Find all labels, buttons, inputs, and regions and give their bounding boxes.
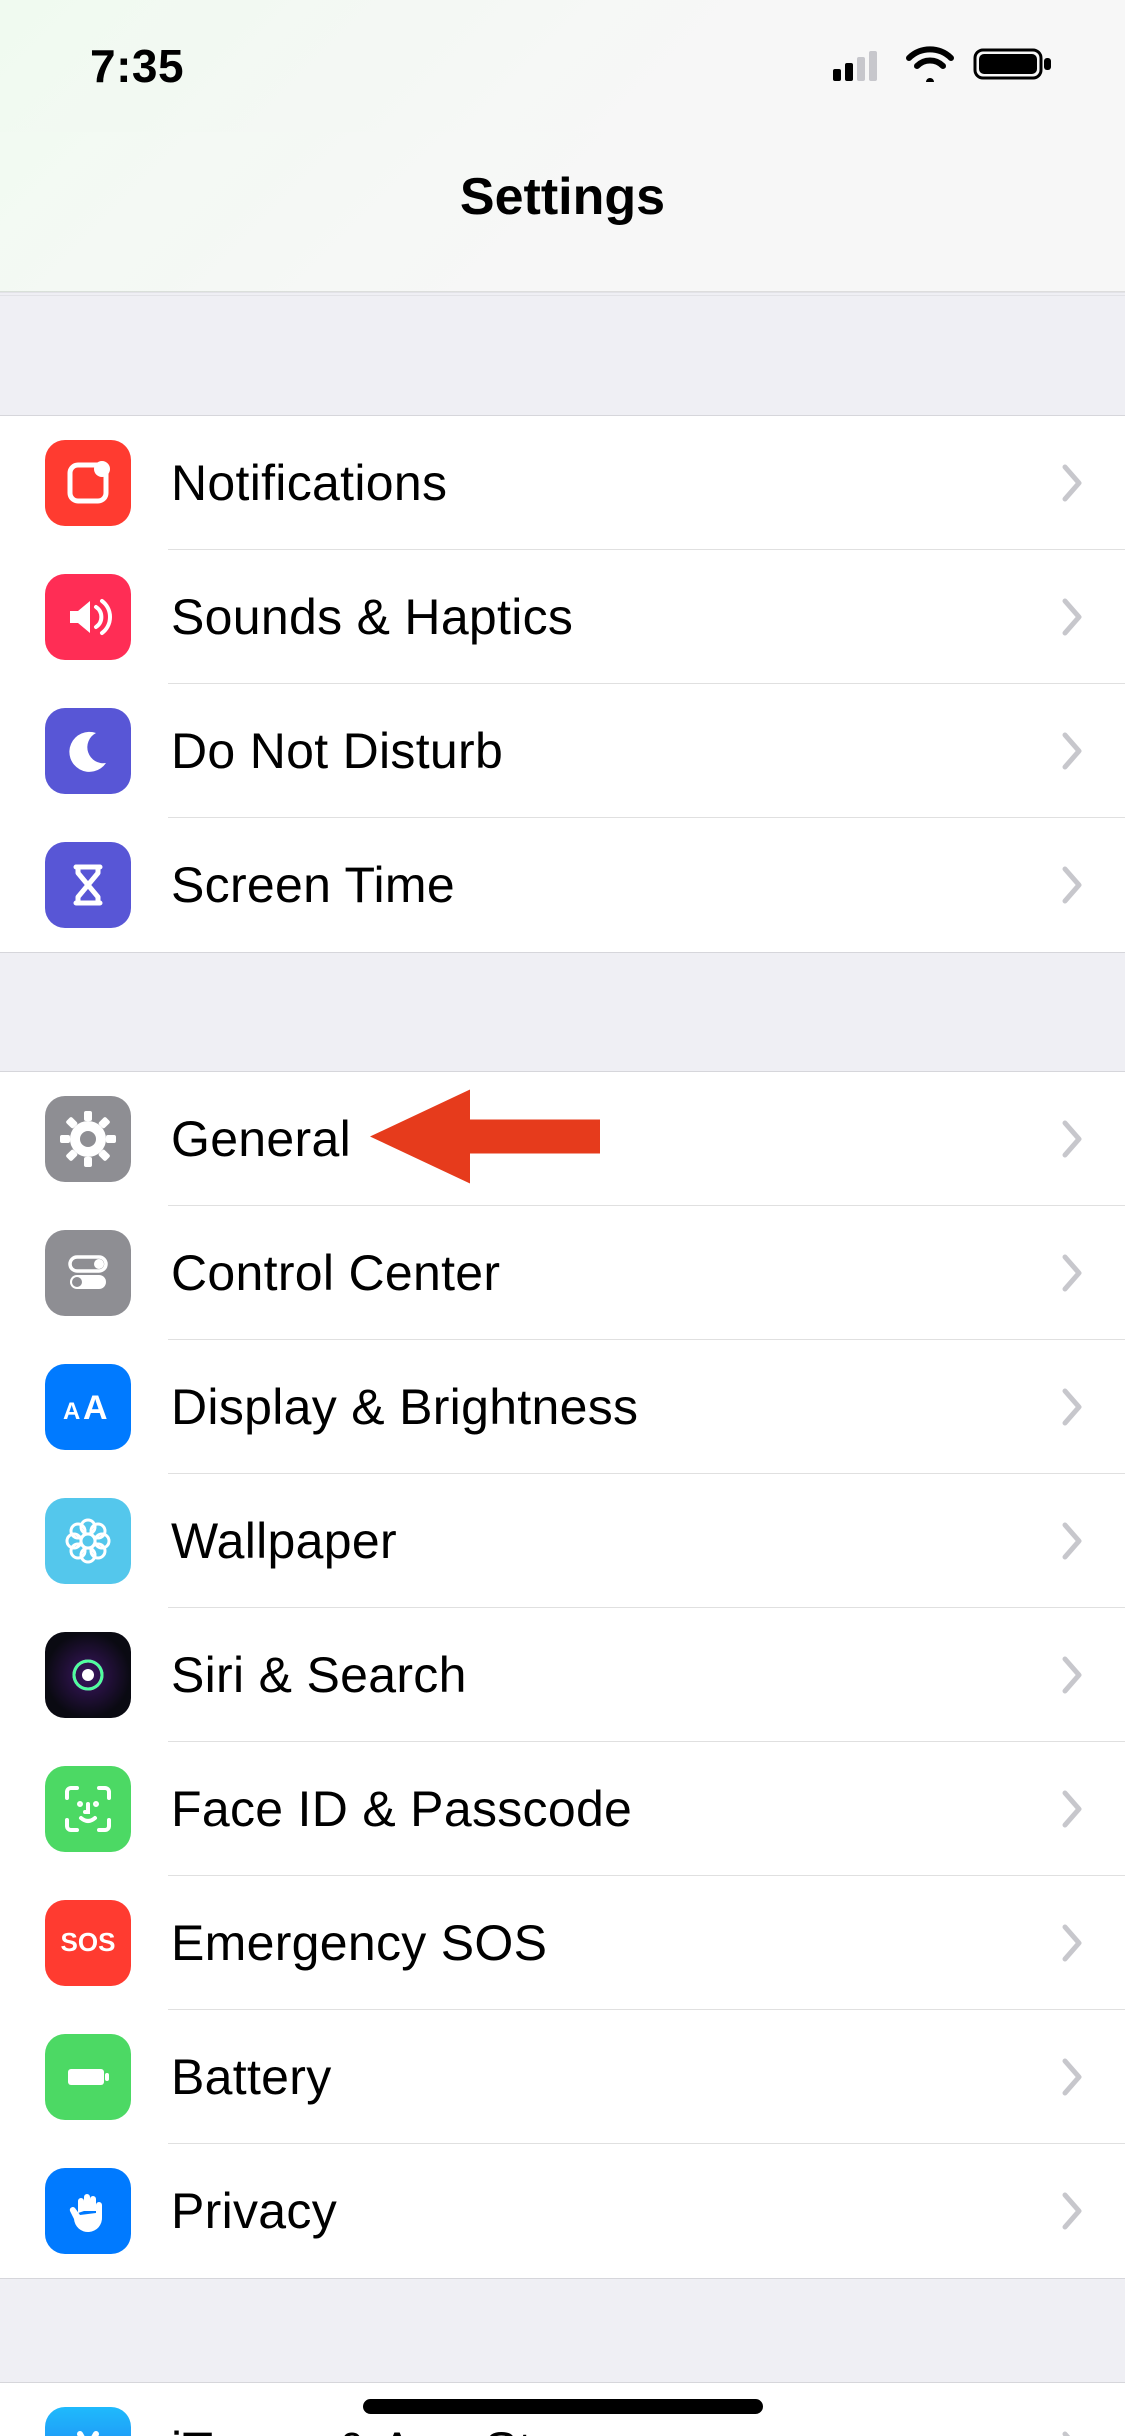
speaker-icon xyxy=(45,574,131,660)
wifi-icon xyxy=(905,46,955,87)
row-siri[interactable]: Siri & Search xyxy=(0,1608,1125,1742)
row-faceid[interactable]: Face ID & Passcode xyxy=(0,1742,1125,1876)
chevron-right-icon xyxy=(1061,463,1085,503)
chevron-right-icon xyxy=(1061,1521,1085,1561)
row-label: iTunes & App Store xyxy=(171,2421,605,2436)
row-controlcenter[interactable]: Control Center xyxy=(0,1206,1125,1340)
notifications-icon xyxy=(45,440,131,526)
row-privacy[interactable]: Privacy xyxy=(0,2144,1125,2278)
row-general[interactable]: General xyxy=(0,1072,1125,1206)
battery-status-icon xyxy=(973,45,1055,88)
chevron-right-icon xyxy=(1061,2430,1085,2436)
row-wallpaper[interactable]: Wallpaper xyxy=(0,1474,1125,1608)
hourglass-icon xyxy=(45,842,131,928)
group-gap xyxy=(0,952,1125,1072)
settings-group-1: Notifications Sounds & Haptics Do Not Di… xyxy=(0,416,1125,952)
flower-icon xyxy=(45,1498,131,1584)
switches-icon xyxy=(45,1230,131,1316)
row-sounds[interactable]: Sounds & Haptics xyxy=(0,550,1125,684)
row-label: Emergency SOS xyxy=(171,1914,547,1972)
page-title: Settings xyxy=(460,167,665,227)
chevron-right-icon xyxy=(1061,865,1085,905)
chevron-right-icon xyxy=(1061,2057,1085,2097)
row-display[interactable]: AA Display & Brightness xyxy=(0,1340,1125,1474)
chevron-right-icon xyxy=(1061,2191,1085,2231)
row-label: Face ID & Passcode xyxy=(171,1780,632,1838)
row-label: Privacy xyxy=(171,2182,337,2240)
row-label: Sounds & Haptics xyxy=(171,588,573,646)
row-dnd[interactable]: Do Not Disturb xyxy=(0,684,1125,818)
group-gap xyxy=(0,296,1125,416)
row-label: Siri & Search xyxy=(171,1646,467,1704)
row-screentime[interactable]: Screen Time xyxy=(0,818,1125,952)
cellular-signal-icon xyxy=(833,47,887,86)
chevron-right-icon xyxy=(1061,1119,1085,1159)
chevron-right-icon xyxy=(1061,1655,1085,1695)
status-bar: 7:35 xyxy=(0,0,1125,132)
row-label: Display & Brightness xyxy=(171,1378,638,1436)
chevron-right-icon xyxy=(1061,731,1085,771)
battery-icon xyxy=(45,2034,131,2120)
row-label: Notifications xyxy=(171,454,447,512)
group-gap xyxy=(0,2278,1125,2383)
face-icon xyxy=(45,1766,131,1852)
hand-icon xyxy=(45,2168,131,2254)
aa-icon: AA xyxy=(45,1364,131,1450)
appstore-icon xyxy=(45,2407,131,2436)
svg-text:A: A xyxy=(63,1398,80,1425)
row-label: Battery xyxy=(171,2048,332,2106)
home-indicator[interactable] xyxy=(363,2399,763,2414)
chevron-right-icon xyxy=(1061,1253,1085,1293)
status-time: 7:35 xyxy=(90,39,184,93)
status-indicators xyxy=(833,45,1055,88)
svg-text:SOS: SOS xyxy=(61,1927,116,1957)
row-label: Screen Time xyxy=(171,856,455,914)
svg-text:A: A xyxy=(83,1389,108,1427)
settings-group-2: General Control Center AA Display & Brig… xyxy=(0,1072,1125,2278)
row-battery[interactable]: Battery xyxy=(0,2010,1125,2144)
chevron-right-icon xyxy=(1061,1789,1085,1829)
row-label: General xyxy=(171,1110,351,1168)
chevron-right-icon xyxy=(1061,1923,1085,1963)
sos-icon: SOS xyxy=(45,1900,131,1986)
chevron-right-icon xyxy=(1061,597,1085,637)
row-notifications[interactable]: Notifications xyxy=(0,416,1125,550)
row-sos[interactable]: SOS Emergency SOS xyxy=(0,1876,1125,2010)
nav-header: Settings xyxy=(0,132,1125,292)
siri-icon xyxy=(45,1632,131,1718)
gear-icon xyxy=(45,1096,131,1182)
row-label: Do Not Disturb xyxy=(171,722,503,780)
row-label: Wallpaper xyxy=(171,1512,397,1570)
moon-icon xyxy=(45,708,131,794)
annotation-arrow-icon xyxy=(370,1072,600,1207)
chevron-right-icon xyxy=(1061,1387,1085,1427)
row-label: Control Center xyxy=(171,1244,500,1302)
